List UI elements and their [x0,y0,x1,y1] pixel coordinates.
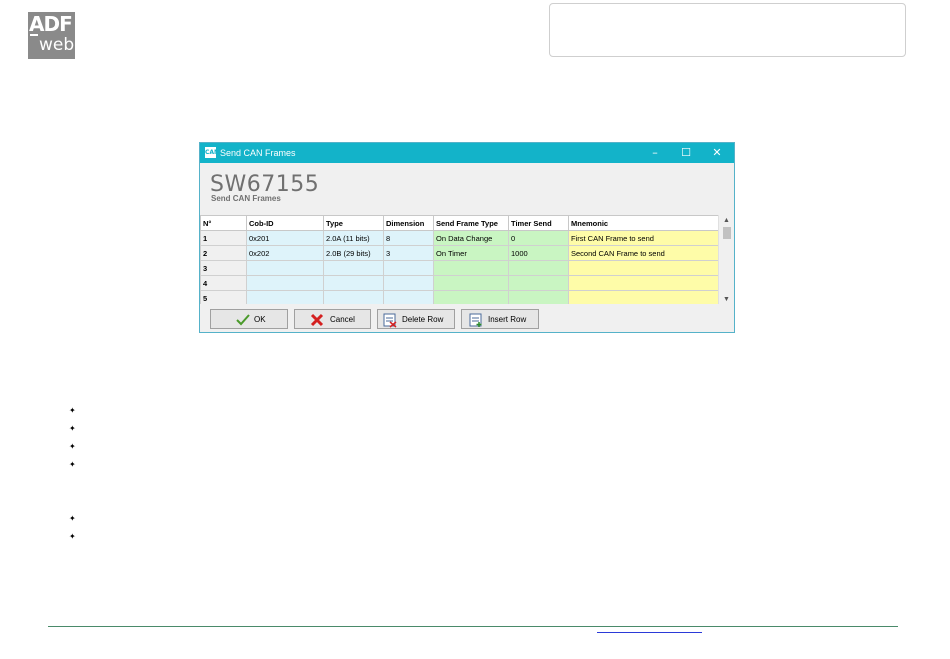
table-row[interactable]: 3 [200,260,719,276]
scroll-up-icon[interactable]: ▲ [719,217,734,224]
cell-timer-send[interactable] [508,260,569,276]
checkmark-icon [236,314,250,326]
cell-cob-id[interactable]: 0x201 [246,230,324,246]
delete-row-icon [383,313,397,328]
frames-grid: N° Cob-ID Type Dimension Send Frame Type… [200,215,734,304]
bullet-icon: ✦ [69,406,76,415]
cell-mnemonic[interactable]: First CAN Frame to send [568,230,719,246]
cell-timer-send[interactable]: 0 [508,230,569,246]
cell-timer-send[interactable] [508,290,569,304]
footer-divider [48,626,898,627]
cell-type[interactable] [323,260,384,276]
table-row[interactable]: 4 [200,275,719,291]
cell-send-frame-type[interactable]: On Timer [433,245,509,261]
row-number: 1 [200,230,247,246]
window-titlebar[interactable]: CAN Send CAN Frames – ☐ ✕ [200,143,734,163]
cell-mnemonic[interactable] [568,275,719,291]
footer-link[interactable] [597,632,702,633]
cell-send-frame-type[interactable] [433,275,509,291]
cell-cob-id[interactable]: 0x202 [246,245,324,261]
table-header-row: N° Cob-ID Type Dimension Send Frame Type… [200,215,719,231]
cell-type[interactable]: 2.0A (11 bits) [323,230,384,246]
insert-row-icon [469,313,482,327]
cell-dimension[interactable] [383,260,434,276]
logo-text-bottom: web [39,35,75,55]
bullet-icon: ✦ [69,424,76,433]
row-number: 5 [200,290,247,304]
column-header[interactable]: Timer Send [508,215,569,231]
maximize-button[interactable]: ☐ [671,143,701,163]
cell-timer-send[interactable] [508,275,569,291]
cell-mnemonic[interactable] [568,260,719,276]
cell-dimension[interactable] [383,290,434,304]
row-number: 3 [200,260,247,276]
bullet-icon: ✦ [69,442,76,451]
ok-button-label: OK [254,315,266,324]
column-header[interactable]: Mnemonic [568,215,719,231]
cell-dimension[interactable] [383,275,434,291]
ok-button[interactable]: OK [210,309,288,329]
cell-send-frame-type[interactable] [433,290,509,304]
table-row[interactable]: 2 0x202 2.0B (29 bits) 3 On Timer 1000 S… [200,245,719,261]
cancel-button[interactable]: Cancel [294,309,371,329]
column-header[interactable]: Send Frame Type [433,215,509,231]
adfweb-logo: ADF web [28,12,75,59]
cross-icon [310,313,324,327]
logo-bar [30,34,38,36]
app-icon: CAN [205,147,220,158]
cell-type[interactable]: 2.0B (29 bits) [323,245,384,261]
frames-table: N° Cob-ID Type Dimension Send Frame Type… [200,215,719,304]
cell-cob-id[interactable] [246,260,324,276]
table-row[interactable]: 5 [200,290,719,304]
minimize-button[interactable]: – [640,143,670,163]
bullet-icon: ✦ [69,460,76,469]
column-header[interactable]: Type [323,215,384,231]
cell-send-frame-type[interactable]: On Data Change [433,230,509,246]
header-box [549,3,906,57]
send-can-frames-window: CAN Send CAN Frames – ☐ ✕ SW67155 Send C… [199,142,735,333]
cell-send-frame-type[interactable] [433,260,509,276]
cell-type[interactable] [323,290,384,304]
insert-row-button-label: Insert Row [488,315,527,324]
cell-timer-send[interactable]: 1000 [508,245,569,261]
delete-row-button[interactable]: Delete Row [377,309,455,329]
table-row[interactable]: 1 0x201 2.0A (11 bits) 8 On Data Change … [200,230,719,246]
column-header[interactable]: Cob-ID [246,215,324,231]
insert-row-button[interactable]: Insert Row [461,309,539,329]
delete-row-button-label: Delete Row [402,315,444,324]
cell-type[interactable] [323,275,384,291]
cell-mnemonic[interactable]: Second CAN Frame to send [568,245,719,261]
column-header[interactable]: Dimension [383,215,434,231]
banner-subtitle: Send CAN Frames [211,194,281,203]
cancel-button-label: Cancel [330,315,355,324]
bullet-icon: ✦ [69,514,76,523]
window-title: Send CAN Frames [220,148,296,158]
row-number: 2 [200,245,247,261]
bullet-icon: ✦ [69,532,76,541]
window-banner: SW67155 Send CAN Frames [200,163,734,216]
scroll-down-icon[interactable]: ▼ [719,296,734,303]
logo-text-top: ADF [29,12,73,36]
column-header[interactable]: N° [200,215,247,231]
vertical-scrollbar[interactable]: ▲ ▼ [718,215,734,304]
cell-cob-id[interactable] [246,275,324,291]
cell-mnemonic[interactable] [568,290,719,304]
cell-dimension[interactable]: 3 [383,245,434,261]
scroll-thumb[interactable] [723,227,731,239]
cell-cob-id[interactable] [246,290,324,304]
close-button[interactable]: ✕ [702,143,732,163]
cell-dimension[interactable]: 8 [383,230,434,246]
row-number: 4 [200,275,247,291]
